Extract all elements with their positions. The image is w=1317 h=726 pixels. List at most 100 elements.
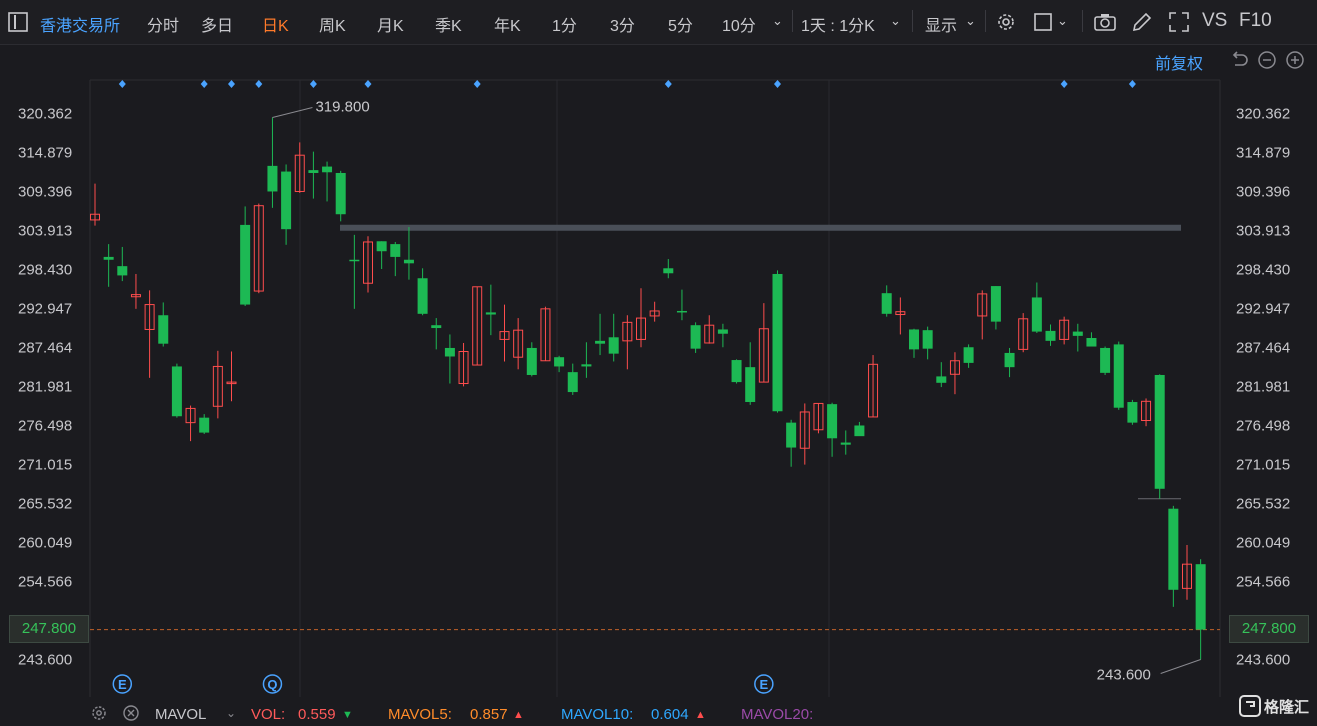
- candle-body: [772, 273, 783, 412]
- y-tick-label-right: 281.981: [1236, 379, 1290, 396]
- candle-body: [608, 337, 619, 354]
- down-arrow-icon: ▼: [342, 709, 353, 721]
- y-tick-label-right: 254.566: [1236, 574, 1290, 591]
- event-diamond-marker: [364, 80, 372, 88]
- y-tick-label-right: 292.947: [1236, 301, 1290, 318]
- candle-body: [417, 278, 428, 314]
- candle-body: [1113, 344, 1124, 408]
- candlestick-chart[interactable]: E Q E 320.362 314.879 309.396 303.913 298.430 2…: [0, 0, 1317, 722]
- vol-value: 0.559: [298, 706, 336, 723]
- candle-body: [267, 165, 278, 192]
- candle-body: [881, 293, 892, 314]
- y-tick-label-left: 314.879: [18, 145, 72, 162]
- y-tick-label-right: 276.498: [1236, 418, 1290, 435]
- candle-body: [676, 310, 687, 313]
- mavol5-value: 0.857: [470, 706, 508, 723]
- y-tick-label-right: 298.430: [1236, 262, 1290, 279]
- candle-body: [1127, 402, 1138, 423]
- y-tick-label-right: 243.600: [1236, 652, 1290, 669]
- high-annotation-label: 319.800: [315, 98, 369, 115]
- candle-body: [690, 325, 701, 349]
- candle-body: [485, 312, 496, 315]
- y-tick-label-left: 298.430: [18, 262, 72, 279]
- chevron-down-icon[interactable]: ⌄: [226, 706, 236, 720]
- y-tick-label-left: 254.566: [18, 574, 72, 591]
- mavol10-value: 0.604: [651, 706, 689, 723]
- mavol10-label: MAVOL10:: [561, 706, 634, 723]
- watermark-logo: 格隆汇: [1238, 693, 1314, 719]
- zoom-in-icon[interactable]: [1284, 49, 1308, 73]
- current-price-tag-left: 247.800: [9, 615, 89, 643]
- indicator-settings-icon[interactable]: [90, 704, 108, 722]
- candle-body: [335, 172, 346, 215]
- candle-body: [595, 340, 606, 344]
- candle-body: [240, 224, 251, 305]
- candle-body: [158, 315, 169, 344]
- y-tick-label-left: 287.464: [18, 340, 72, 357]
- low-annotation-label: 243.600: [1097, 667, 1151, 684]
- candle-body: [1072, 331, 1083, 336]
- y-tick-label-left: 243.600: [18, 652, 72, 669]
- candle-body: [1045, 330, 1056, 341]
- y-tick-label-left: 265.532: [18, 496, 72, 513]
- candle-body: [909, 329, 919, 350]
- candle-body: [663, 268, 674, 274]
- candle-body: [117, 266, 128, 276]
- y-tick-label-left: 303.913: [18, 223, 72, 240]
- candle-body: [922, 330, 933, 349]
- event-diamond-marker: [228, 80, 235, 88]
- candle-body: [1154, 374, 1165, 489]
- candle-body: [840, 442, 851, 445]
- candle-body: [854, 425, 865, 437]
- y-tick-label-left: 271.015: [18, 457, 72, 474]
- candle-body: [444, 347, 455, 357]
- candle-body: [322, 166, 333, 173]
- candle-body: [1031, 297, 1042, 332]
- candle-body: [827, 404, 838, 439]
- high-annotation-leader: [272, 107, 313, 118]
- y-tick-label-left: 309.396: [18, 184, 72, 201]
- event-diamond-marker: [255, 80, 263, 88]
- candle-body: [1195, 564, 1206, 630]
- y-tick-label-right: 271.015: [1236, 457, 1290, 474]
- watermark-text: 格隆汇: [1264, 699, 1310, 716]
- event-diamond-marker: [1128, 80, 1136, 88]
- candle-body: [786, 422, 797, 448]
- mavol20-label: MAVOL20:: [741, 706, 814, 723]
- y-tick-label-left: 260.049: [18, 535, 72, 552]
- low-annotation-leader: [1160, 659, 1201, 674]
- close-indicator-icon[interactable]: [122, 704, 140, 722]
- candle-body: [281, 171, 292, 230]
- candle-body: [731, 360, 742, 383]
- candle-body: [349, 259, 360, 262]
- y-tick-label-left: 320.362: [18, 106, 72, 123]
- event-diamond-marker: [1060, 80, 1068, 88]
- candle-body: [403, 259, 414, 264]
- candle-body: [936, 376, 947, 383]
- y-tick-label-right: 260.049: [1236, 535, 1290, 552]
- zoom-out-icon[interactable]: [1256, 49, 1280, 73]
- y-tick-label-right: 314.879: [1236, 145, 1290, 162]
- y-tick-label-right: 303.913: [1236, 223, 1290, 240]
- event-diamond-marker: [664, 80, 672, 88]
- current-price-tag-right: 247.800: [1229, 615, 1309, 643]
- y-tick-label-right: 320.362: [1236, 106, 1290, 123]
- event-diamond-marker: [774, 80, 781, 88]
- mavol5-label: MAVOL5:: [388, 706, 452, 723]
- candle-body: [717, 329, 728, 334]
- candle-body: [990, 286, 1001, 322]
- forward-adjust-toggle[interactable]: 前复权: [1155, 50, 1203, 74]
- candle-body: [1100, 347, 1111, 373]
- resistance-level-line: [340, 224, 1181, 231]
- candle-body: [171, 366, 182, 417]
- candle-body: [581, 364, 592, 367]
- candle-body: [963, 347, 974, 363]
- event-marker-label: E: [760, 677, 769, 692]
- indicator-select[interactable]: MAVOL: [155, 706, 206, 723]
- indicator-bar: MAVOL ⌄ VOL: 0.559 ▼ MAVOL5: 0.857 ▲ MAV…: [0, 700, 1317, 723]
- candle-body: [103, 256, 114, 260]
- candle-body: [308, 170, 319, 173]
- up-arrow-icon: ▲: [513, 709, 524, 721]
- event-diamond-marker: [118, 80, 126, 88]
- undo-icon[interactable]: [1228, 49, 1252, 73]
